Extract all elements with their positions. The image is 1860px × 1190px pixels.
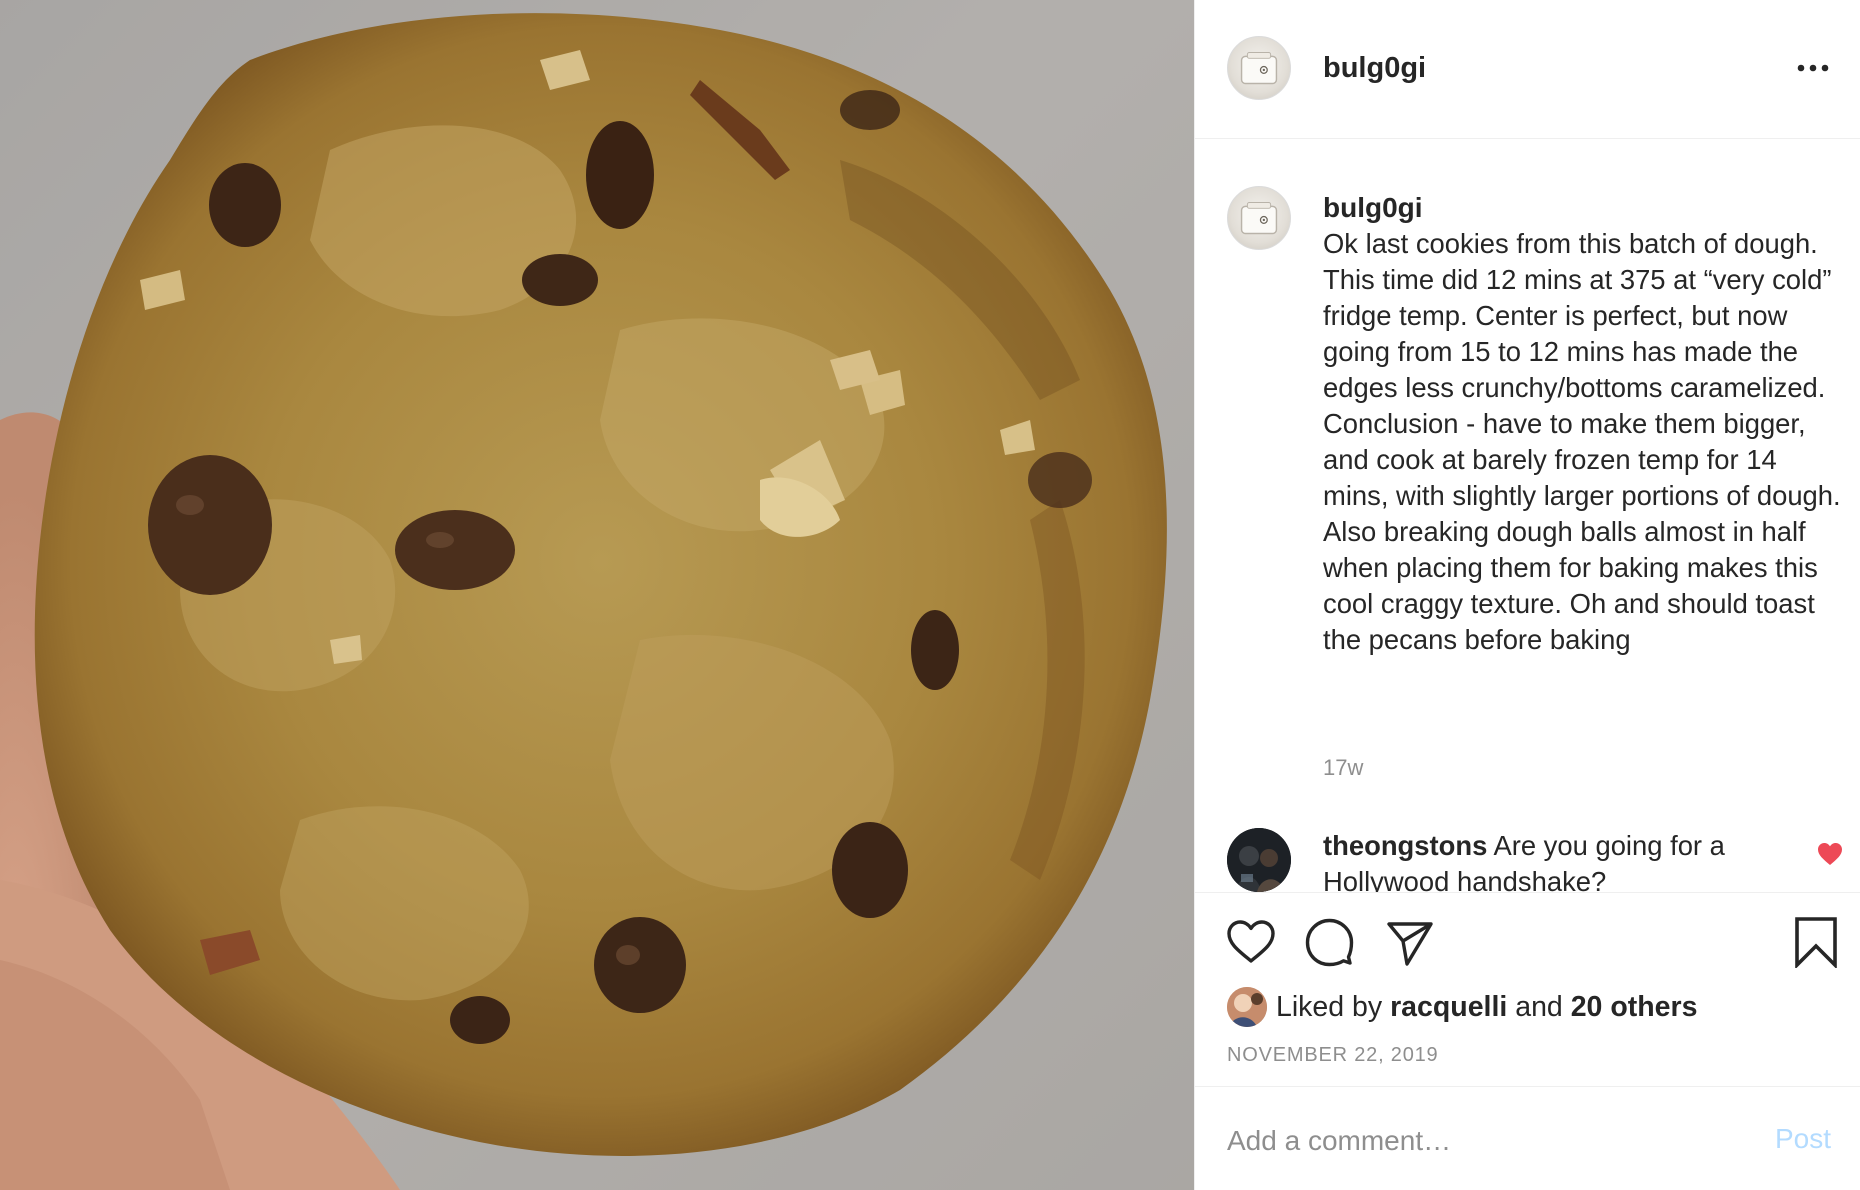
likes-summary: Liked by racquelli and 20 others xyxy=(1227,987,1697,1027)
avatar-photo-icon xyxy=(1227,987,1267,1027)
post-photo[interactable] xyxy=(0,0,1194,1190)
likes-and: and xyxy=(1515,990,1563,1023)
post-time-ago[interactable]: 17w xyxy=(1323,755,1363,781)
post-side-panel: bulg0gi bulg0gi Ok last cookies from thi… xyxy=(1194,0,1860,1190)
avatar-camera-icon xyxy=(1240,202,1278,235)
avatar-camera-icon xyxy=(1240,52,1278,85)
comment-item: theongstons Are you going for a Hollywoo… xyxy=(1195,828,1860,892)
comments-section[interactable]: bulg0gi Ok last cookies from this batch … xyxy=(1195,140,1860,892)
heart-filled-icon[interactable] xyxy=(1817,842,1843,866)
save-button[interactable] xyxy=(1793,916,1839,970)
caption-text: Ok last cookies from this batch of dough… xyxy=(1323,228,1841,655)
cookie-photo xyxy=(0,0,1194,1190)
heart-icon xyxy=(1227,920,1275,963)
share-button[interactable] xyxy=(1383,916,1435,968)
liker-username[interactable]: racquelli xyxy=(1390,991,1507,1024)
liker-avatar[interactable] xyxy=(1227,987,1267,1027)
like-button[interactable] xyxy=(1225,916,1277,968)
author-avatar[interactable] xyxy=(1227,36,1291,100)
avatar-photo-icon xyxy=(1227,828,1291,892)
caption-author[interactable]: bulg0gi xyxy=(1323,190,1845,226)
author-username[interactable]: bulg0gi xyxy=(1323,52,1426,85)
commenter-username[interactable]: theongstons xyxy=(1323,830,1487,861)
post-header: bulg0gi xyxy=(1195,0,1860,139)
commenter-avatar[interactable] xyxy=(1227,828,1291,892)
comment-button[interactable] xyxy=(1303,916,1355,968)
post-date[interactable]: NOVEMBER 22, 2019 xyxy=(1227,1044,1438,1067)
likes-prefix: Liked by xyxy=(1276,990,1383,1023)
paper-plane-icon xyxy=(1387,922,1433,966)
comment-bubble-icon xyxy=(1305,918,1354,967)
comment-input[interactable] xyxy=(1227,1121,1727,1161)
likes-others-link[interactable]: 20 others xyxy=(1571,991,1698,1024)
comment-body: theongstons Are you going for a Hollywoo… xyxy=(1323,828,1778,892)
post-actions: Liked by racquelli and 20 others NOVEMBE… xyxy=(1195,892,1860,1086)
add-comment-bar: Post xyxy=(1195,1086,1860,1190)
bookmark-icon xyxy=(1795,917,1837,970)
more-options-icon[interactable] xyxy=(1793,54,1833,82)
instagram-post: bulg0gi bulg0gi Ok last cookies from thi… xyxy=(0,0,1860,1190)
post-comment-button[interactable]: Post xyxy=(1775,1123,1831,1155)
post-caption: bulg0gi Ok last cookies from this batch … xyxy=(1323,190,1845,658)
caption-author-avatar[interactable] xyxy=(1227,186,1291,250)
